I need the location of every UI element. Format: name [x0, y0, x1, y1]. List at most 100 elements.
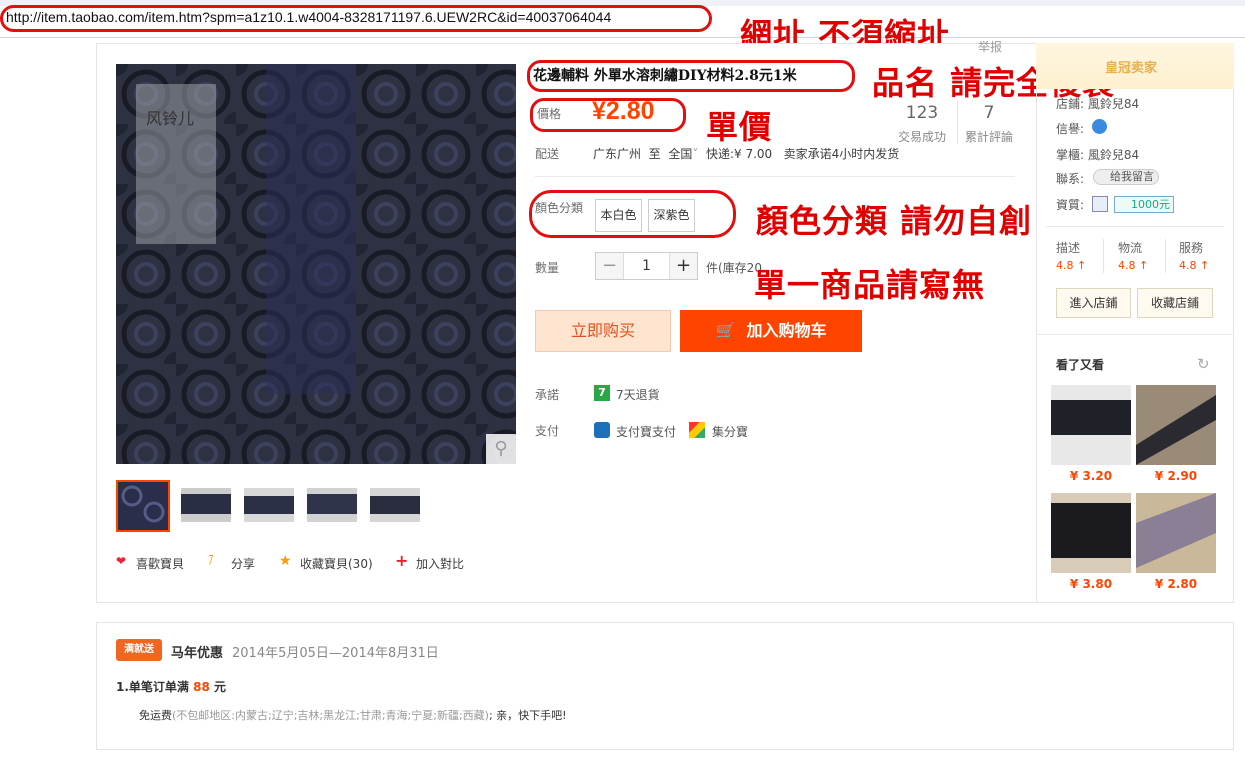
cart-icon: 🛒 — [715, 321, 736, 340]
promise-label: 承諾 — [535, 388, 560, 402]
quantity-input[interactable]: 1 — [623, 253, 670, 279]
qualification-label: 資質: — [1056, 198, 1085, 212]
delivery-promise: 卖家承诺4小时内发货 — [783, 147, 900, 161]
minus-button[interactable]: − — [596, 253, 623, 279]
seven-day-icon: 7 — [594, 385, 610, 401]
credit-label: 信譽: — [1056, 122, 1085, 136]
add-to-cart-button[interactable]: 🛒 加入购物车 — [680, 310, 862, 352]
annotation-oval-url — [0, 5, 712, 32]
free-shipping-detail: (不包邮地区:内蒙古;辽宁;吉林;黑龙江;甘肃;青海;宁夏;新疆;西藏) — [172, 709, 489, 722]
delivery-label: 配送 — [535, 147, 560, 161]
delivery-fee: 快递:¥ 7.00 — [705, 147, 773, 161]
section-divider — [535, 176, 1015, 177]
alipay-text[interactable]: 支付寶支付 — [616, 423, 676, 440]
compare-link[interactable]: 加入對比 — [416, 555, 464, 572]
image-watermark: 风铃儿 — [146, 109, 194, 128]
score-divider-1 — [1103, 239, 1104, 273]
enter-shop-button[interactable]: 進入店鋪 — [1056, 288, 1131, 318]
reviews-count[interactable]: 7 — [944, 103, 1034, 123]
share-link[interactable]: 分享 — [231, 555, 255, 572]
owner-row: 掌櫃: 風鈴兒84 — [1056, 146, 1139, 163]
related-price-3: ¥ 3.80 — [1069, 577, 1113, 591]
annotation-quantity: 單一商品請寫無 — [754, 266, 986, 304]
free-shipping-tail: ; 亲，快下手吧! — [488, 709, 567, 722]
jifenbao-text[interactable]: 集分寶 — [712, 423, 748, 440]
score-desc-value: 4.8 ↑ — [1056, 259, 1087, 272]
promise-text[interactable]: 7天退貨 — [616, 386, 660, 403]
quantity-label: 數量 — [535, 261, 560, 275]
related-price-4: ¥ 2.80 — [1154, 577, 1198, 591]
score-service-label: 服務 — [1179, 241, 1204, 255]
promo-dates: 2014年5月05日—2014年8月31日 — [232, 646, 439, 661]
delivery-to-word: 至 — [648, 147, 661, 161]
rule-suffix: 元 — [209, 680, 226, 694]
promo-rule: 1.单笔订单满 88 元 — [116, 678, 226, 695]
score-logistics-label: 物流 — [1118, 241, 1143, 255]
delivery-info: 广东广州 至 全国˅ 快递:¥ 7.00 卖家承诺4小时内发货 — [593, 145, 899, 162]
related-item-1[interactable] — [1051, 385, 1131, 465]
related-item-2[interactable] — [1136, 385, 1216, 465]
thumbnail-1[interactable] — [116, 480, 170, 532]
delivery-to[interactable]: 全国 — [668, 147, 692, 161]
free-shipping-label: 免运费 — [139, 709, 172, 722]
favorite-link[interactable]: 收藏寶貝(30) — [300, 555, 373, 572]
promo-badge: 满就送 — [116, 639, 162, 661]
rule-prefix: 1.单笔订单满 — [116, 680, 194, 694]
score-divider-2 — [1165, 239, 1166, 273]
score-desc-label: 描述 — [1056, 241, 1081, 255]
related-item-3[interactable] — [1051, 493, 1131, 573]
id-card-icon — [1092, 196, 1108, 212]
deposit-badge: 1000元 — [1114, 196, 1174, 213]
share-icon[interactable]: ⧶ — [209, 554, 213, 569]
favorite-shop-button[interactable]: 收藏店鋪 — [1137, 288, 1213, 318]
thumbnail-3[interactable] — [244, 488, 294, 522]
jifenbao-icon — [689, 422, 705, 438]
seller-divider — [1046, 226, 1224, 227]
credit-row: 信譽: — [1056, 120, 1084, 137]
quantity-stepper[interactable]: − 1 + — [595, 252, 698, 280]
annotation-price: 單價 — [706, 108, 773, 146]
annotation-color: 顏色分類 請勿自創 — [756, 202, 1033, 240]
related-item-4[interactable] — [1136, 493, 1216, 573]
score-logistics-value: 4.8 ↑ — [1118, 259, 1149, 272]
plus-icon[interactable]: + — [395, 551, 408, 570]
shop-label: 店鋪: — [1056, 97, 1085, 111]
related-title: 看了又看 — [1056, 358, 1105, 372]
score-service-value: 4.8 ↑ — [1179, 259, 1210, 272]
product-main-image[interactable]: 风铃儿 — [116, 64, 516, 464]
add-to-cart-label: 加入购物车 — [746, 321, 827, 340]
zoom-icon[interactable]: ⚲ — [486, 434, 516, 464]
payment-label: 支付 — [535, 424, 560, 438]
credit-diamond-icon[interactable] — [1092, 119, 1107, 134]
like-link[interactable]: 喜歡寶貝 — [136, 555, 184, 572]
reviews-label[interactable]: 累計評論 — [944, 128, 1034, 145]
report-link[interactable]: 举报 — [978, 38, 1002, 55]
annotation-oval-price — [530, 98, 686, 132]
shop-row: 店鋪: 風鈴兒84 — [1056, 95, 1139, 112]
refresh-icon[interactable]: ↻ — [1197, 355, 1210, 373]
heart-icon[interactable]: ❤ — [116, 554, 126, 568]
owner-label: 掌櫃: — [1056, 148, 1085, 162]
rule-amount: 88 — [193, 680, 210, 694]
related-price-2: ¥ 2.90 — [1154, 469, 1198, 483]
thumbnail-2[interactable] — [181, 488, 231, 522]
owner-name: 風鈴兒84 — [1087, 148, 1140, 162]
promo-title: 马年优惠 — [171, 646, 224, 661]
star-icon[interactable]: ★ — [279, 553, 292, 569]
thumbnail-5[interactable] — [370, 488, 420, 522]
buy-now-button[interactable]: 立即购买 — [535, 310, 671, 352]
free-shipping-line: 免运费(不包邮地区:内蒙古;辽宁;吉林;黑龙江;甘肃;青海;宁夏;新疆;西藏);… — [139, 707, 567, 723]
shop-name[interactable]: 風鈴兒84 — [1088, 97, 1139, 111]
chevron-down-icon[interactable]: ˅ — [692, 147, 698, 161]
sidebar-divider — [1036, 334, 1234, 335]
seller-badge: 皇冠卖家 — [1105, 61, 1158, 76]
contact-button[interactable]: 给我留言 — [1093, 169, 1159, 185]
annotation-oval-title — [527, 60, 855, 92]
related-price-1: ¥ 3.20 — [1069, 469, 1113, 483]
contact-label: 聯系: — [1056, 172, 1085, 186]
plus-button[interactable]: + — [670, 253, 697, 279]
alipay-icon — [594, 422, 610, 438]
annotation-oval-color — [529, 190, 736, 238]
thumbnail-4[interactable] — [307, 488, 357, 522]
delivery-from: 广东广州 — [593, 147, 642, 161]
